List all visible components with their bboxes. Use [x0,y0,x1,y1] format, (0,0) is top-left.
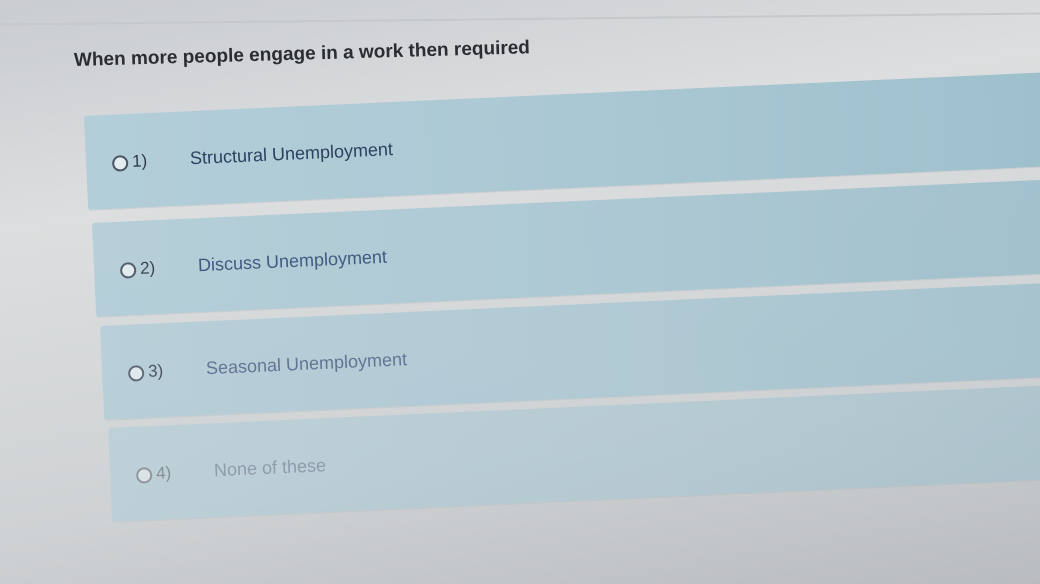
option-label: Discuss Unemployment [197,246,388,276]
quiz-screen: When more people engage in a work then r… [0,0,1040,584]
option-number: 2) [139,258,156,278]
option-number: 4) [155,463,172,483]
option-number: 3) [147,361,164,381]
radio-button-1[interactable] [111,155,129,172]
radio-button-4[interactable] [135,467,153,484]
radio-button-3[interactable] [127,365,145,382]
divider [0,12,1040,26]
option-label: None of these [213,455,327,481]
question-text: When more people engage in a work then r… [73,37,531,71]
option-label: Seasonal Unemployment [205,349,408,379]
radio-button-2[interactable] [119,262,137,279]
option-label: Structural Unemployment [189,139,394,169]
option-number: 1) [131,151,148,171]
